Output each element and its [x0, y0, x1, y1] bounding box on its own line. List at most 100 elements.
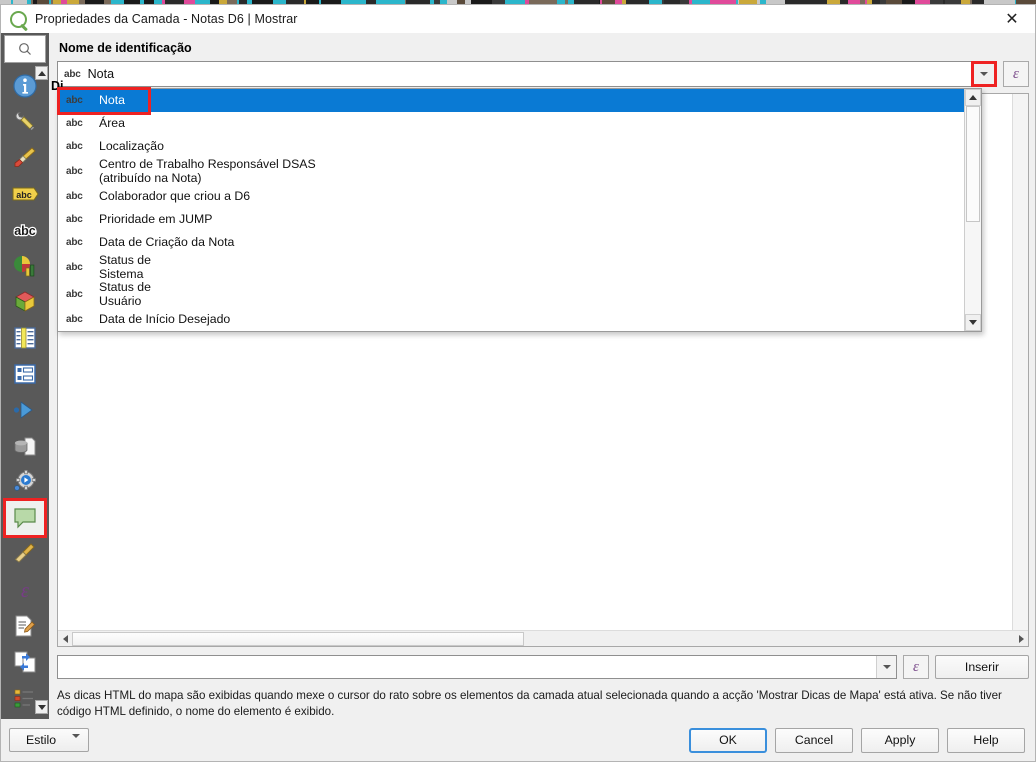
sidebar-item-attributes-form[interactable]	[5, 356, 45, 392]
apply-button[interactable]: Apply	[861, 727, 939, 753]
field-type-tag: abc	[66, 289, 83, 300]
search-input[interactable]	[4, 35, 46, 63]
field-type-tag: abc	[66, 118, 83, 129]
field-type-tag: abc	[66, 166, 83, 177]
sidebar-item-source[interactable]	[5, 104, 45, 140]
abc-outline-icon: abc	[13, 223, 37, 239]
cancel-button[interactable]: Cancel	[775, 727, 853, 753]
help-button[interactable]: Help	[947, 727, 1025, 753]
search-icon	[19, 43, 31, 55]
display-field-value: Nota	[87, 67, 115, 81]
dropdown-scroll-down-button[interactable]	[965, 314, 981, 331]
insert-button[interactable]: Inserir	[935, 655, 1029, 679]
dropdown-item[interactable]: abc Colaborador que criou a D6	[58, 185, 964, 208]
dropdown-item-label: Data de Criação da Nota	[99, 234, 235, 249]
expression-editor-button-bottom[interactable]: ε	[903, 655, 929, 679]
insert-combo[interactable]	[57, 655, 897, 679]
document-pencil-icon	[15, 615, 36, 637]
table-fields-icon	[14, 327, 36, 349]
paintbrush-icon	[14, 147, 36, 167]
dropdown-item[interactable]: abc Data de Início Desejado	[58, 308, 964, 331]
scroll-right-arrow-icon[interactable]	[1014, 632, 1028, 646]
dropdown-item-label: Status de Sistema	[99, 253, 151, 281]
editor-horizontal-scrollbar[interactable]	[58, 630, 1028, 646]
sidebar-scroll-down-button[interactable]	[35, 700, 48, 714]
dropdown-item-label: Data de Início Desejado	[99, 311, 231, 326]
dropdown-item-label: Área	[99, 115, 125, 130]
field-dropdown-list: abc Nota abc Área abc Localização abc Centro de…	[58, 89, 964, 331]
sidebar-item-dependencies[interactable]	[5, 644, 45, 680]
dropdown-item-label: Colaborador que criou a D6	[99, 188, 251, 203]
help-description: As dicas HTML do mapa são exibidas quand…	[57, 689, 1002, 718]
svg-text:abc: abc	[16, 190, 32, 200]
sidebar: abc abc ε	[1, 33, 49, 719]
dropdown-item-label: Centro de Trabalho Responsável DSAS (atri…	[99, 157, 316, 185]
insert-expression-row: ε Inserir	[57, 655, 1029, 679]
dropdown-item[interactable]: abc Status de Sistema	[58, 253, 964, 281]
ok-button[interactable]: OK	[689, 727, 767, 753]
dropdown-item[interactable]: abc Nota	[58, 89, 964, 112]
sidebar-item-labels[interactable]: abc	[5, 176, 45, 212]
field-selector-row: abc Nota abc Nota abc Área abc Localização abc…	[57, 61, 1029, 332]
close-icon[interactable]: ✕	[989, 5, 1035, 33]
dropdown-item[interactable]: abc Status de Usuário	[58, 280, 964, 308]
dropdown-scroll-up-button[interactable]	[965, 89, 981, 106]
expression-epsilon-icon: ε	[913, 658, 919, 675]
sidebar-item-symbology[interactable]	[5, 140, 45, 176]
dropdown-scroll-thumb[interactable]	[966, 106, 980, 223]
dropdown-item[interactable]: abc Data de Criação da Nota	[58, 231, 964, 254]
layer-properties-dialog: Propriedades da Camada - Notas D6 | Most…	[0, 4, 1036, 762]
expression-editor-button-top[interactable]: ε	[1003, 61, 1029, 87]
field-dropdown-popup[interactable]: abc Nota abc Área abc Localização abc Centro de…	[57, 87, 982, 332]
style-button[interactable]: Estilo	[9, 728, 89, 755]
style-button-label: Estilo	[26, 733, 57, 747]
epsilon-icon: ε	[21, 580, 29, 602]
dropdown-item[interactable]: abc Área	[58, 112, 964, 135]
chevron-down-icon[interactable]	[971, 61, 997, 87]
dropdown-item-label: Localização	[99, 138, 164, 153]
sidebar-icon-list: abc abc ε	[1, 66, 49, 719]
svg-text:ε: ε	[21, 580, 29, 602]
qgis-logo-icon	[10, 10, 28, 31]
sidebar-scroll-up-button[interactable]	[35, 66, 48, 80]
dialog-footer: Estilo OK Cancel Apply Help	[1, 719, 1035, 761]
scroll-left-arrow-icon[interactable]	[58, 632, 72, 646]
chevron-down-icon[interactable]	[876, 656, 896, 678]
wrench-screwdriver-icon	[15, 111, 36, 132]
dropdown-item-label: Status de Usuário	[99, 280, 151, 308]
abc-label-icon: abc	[12, 187, 39, 201]
broom-icon	[14, 543, 35, 563]
sidebar-item-auxiliary-storage[interactable]	[5, 428, 45, 464]
sidebar-item-qgis-server[interactable]	[5, 716, 45, 719]
chevron-down-icon	[72, 734, 80, 756]
field-type-tag: abc	[66, 237, 83, 248]
display-field-combo[interactable]: abc Nota	[57, 61, 997, 87]
dropdown-item[interactable]: abc Centro de Trabalho Responsável DSAS (a…	[58, 157, 964, 185]
expression-epsilon-icon: ε	[1013, 65, 1019, 82]
field-type-tag: abc	[66, 95, 83, 106]
editor-hscroll-thumb[interactable]	[72, 631, 525, 646]
dropdown-item[interactable]: abc Prioridade em JUMP	[58, 208, 964, 231]
field-type-tag: abc	[66, 191, 83, 202]
sidebar-item-metadata[interactable]	[5, 608, 45, 644]
dropdown-item-label: Prioridade em JUMP	[99, 211, 213, 226]
dropdown-scrollbar[interactable]	[964, 89, 981, 331]
sidebar-item-3d-view[interactable]	[5, 284, 45, 320]
speech-bubble-icon	[14, 508, 36, 529]
sidebar-item-masks[interactable]: abc	[5, 212, 45, 248]
database-page-icon	[14, 437, 36, 456]
editor-hscroll-track[interactable]	[72, 631, 1014, 646]
dropdown-scroll-track[interactable]	[965, 106, 981, 314]
sidebar-item-fields[interactable]	[5, 320, 45, 356]
dropdown-item[interactable]: abc Localização	[58, 135, 964, 158]
sidebar-item-variables[interactable]: ε	[5, 572, 45, 608]
editor-vertical-scrollbar[interactable]	[1012, 94, 1028, 630]
sidebar-item-actions[interactable]	[5, 464, 45, 500]
sidebar-item-rendering[interactable]	[5, 536, 45, 572]
dialog-titlebar: Propriedades da Camada - Notas D6 | Most…	[1, 5, 1035, 33]
sidebar-item-display[interactable]	[3, 498, 47, 538]
dialog-title: Propriedades da Camada - Notas D6 | Most…	[35, 12, 298, 26]
sidebar-item-diagrams[interactable]	[5, 248, 45, 284]
sidebar-item-joins[interactable]	[5, 392, 45, 428]
field-type-tag: abc	[64, 68, 81, 80]
